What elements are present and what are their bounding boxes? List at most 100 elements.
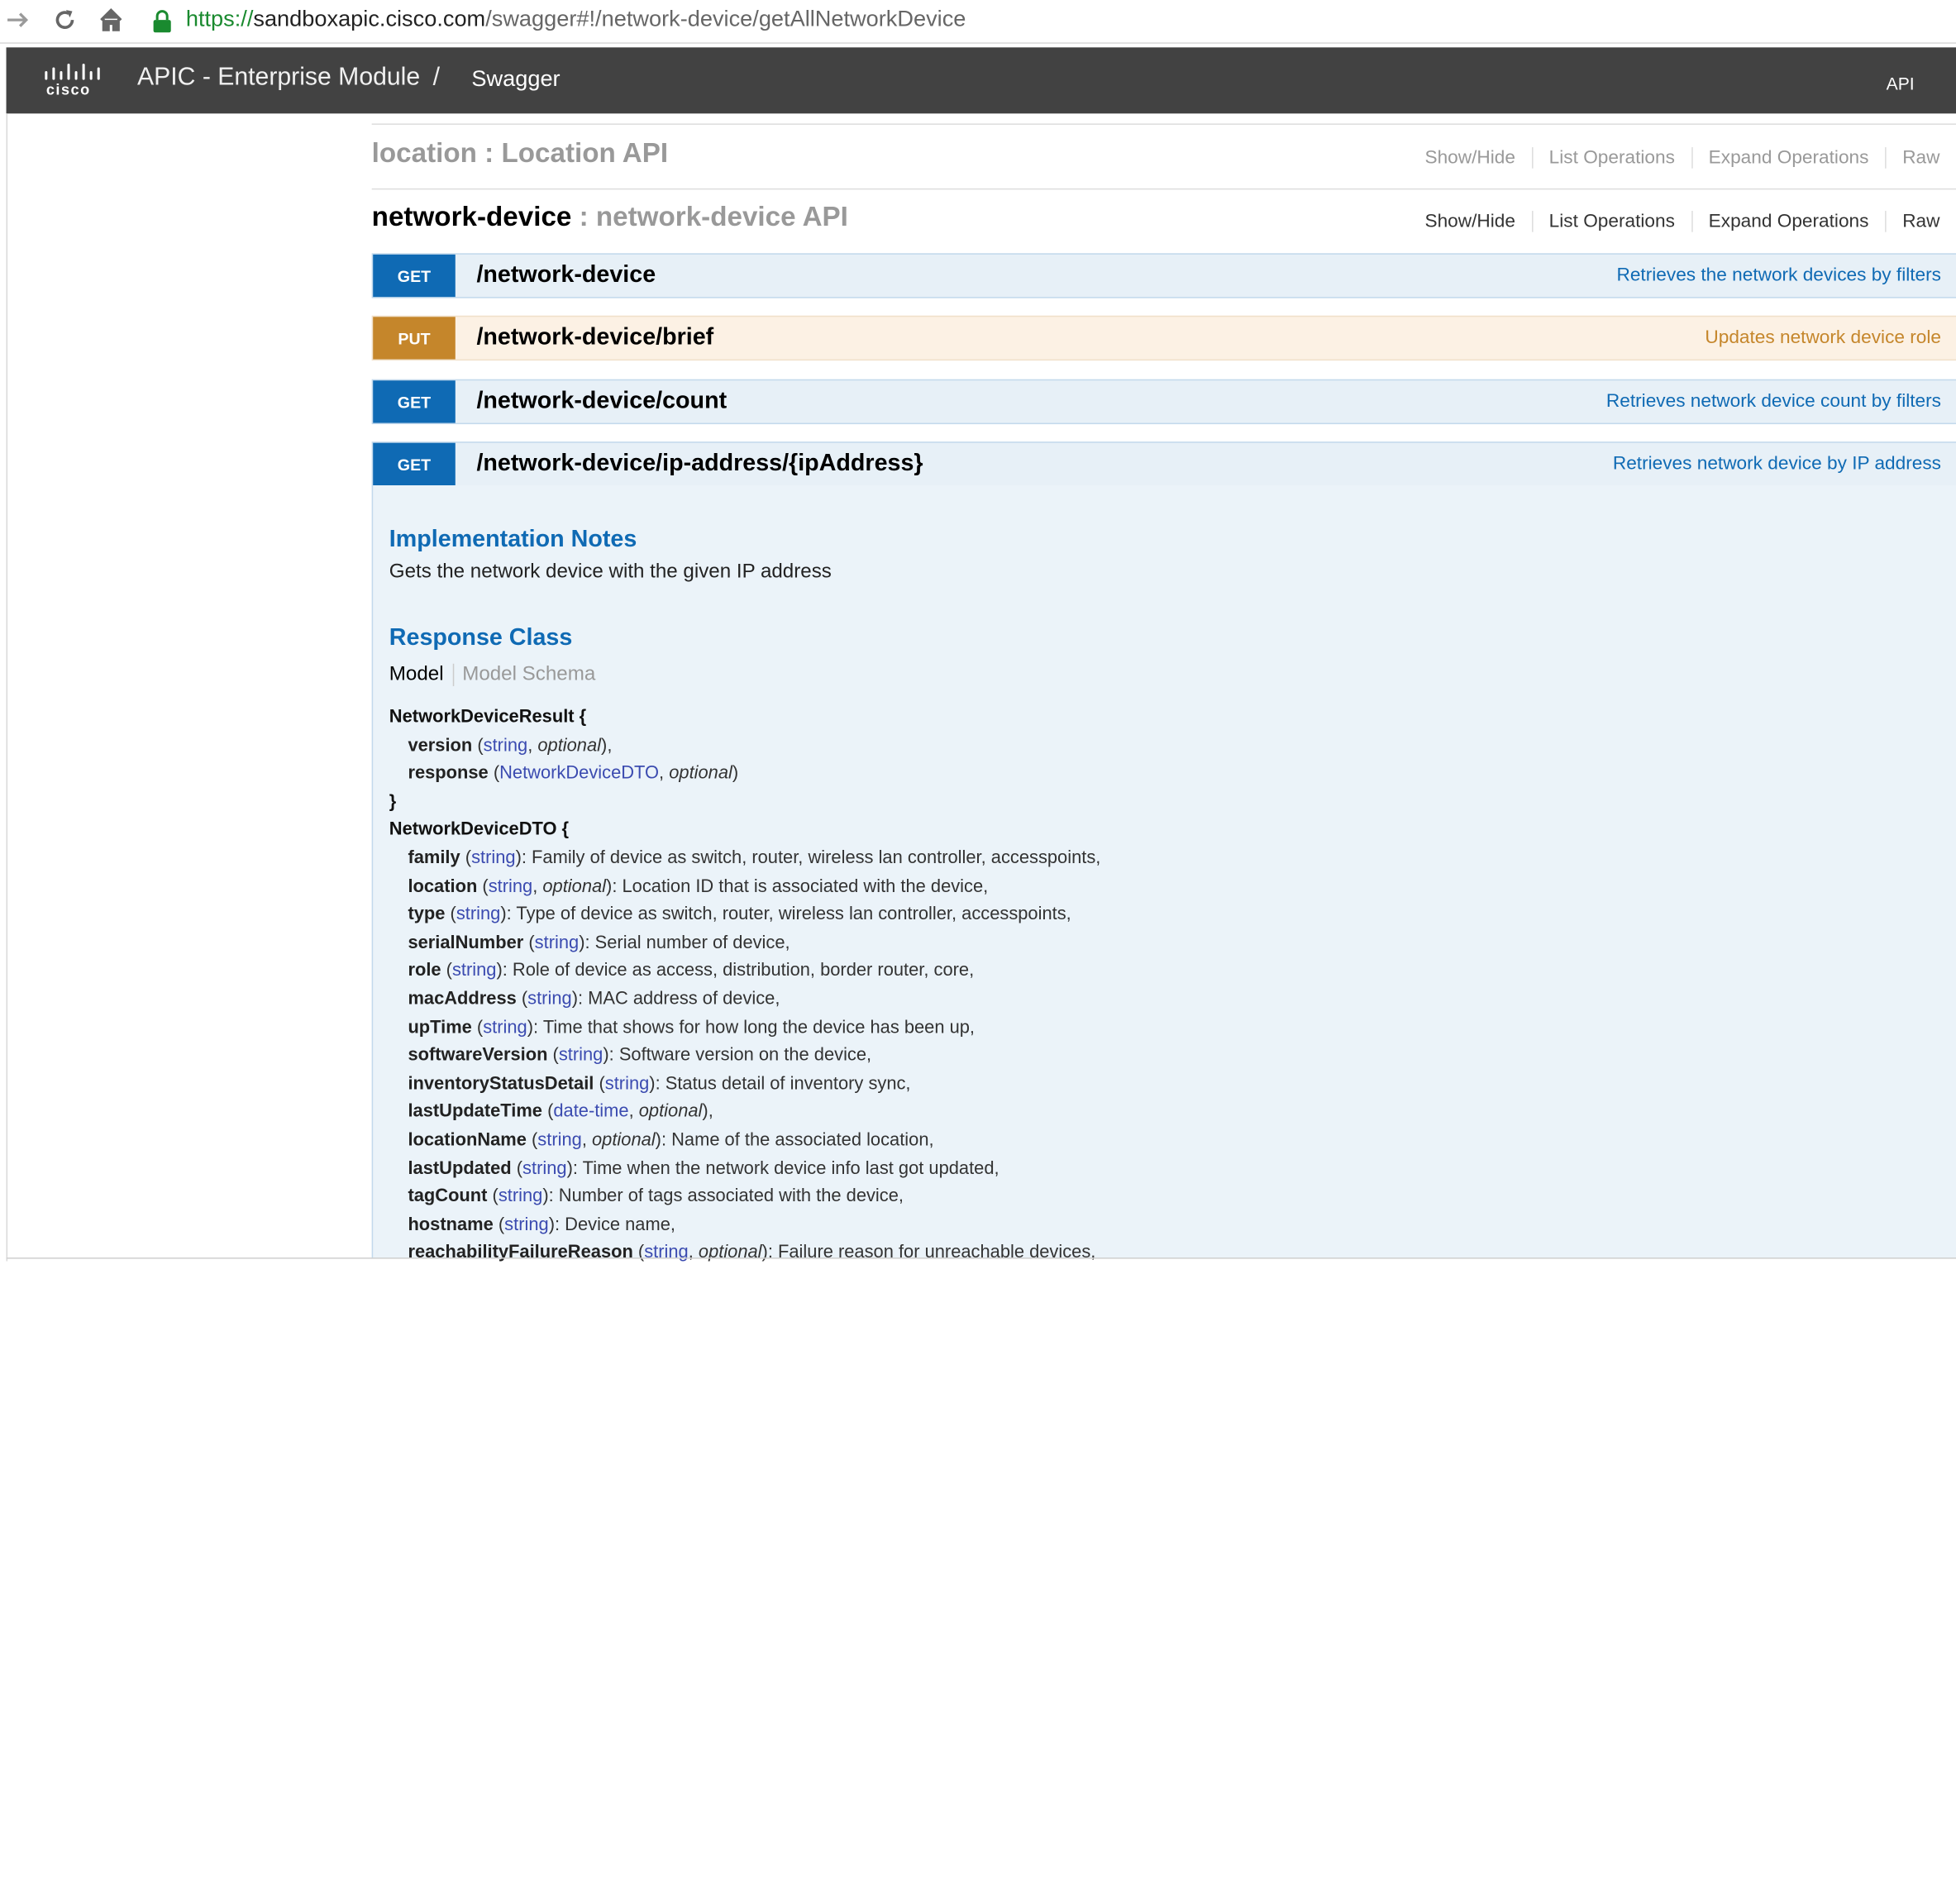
- property-name: lastUpdateTime: [408, 1101, 542, 1123]
- model-property-line: inventoryStatusDetail (string): Status d…: [408, 1073, 911, 1094]
- api-link[interactable]: API: [1887, 74, 1915, 93]
- method-badge[interactable]: GET: [373, 254, 456, 298]
- property-description: : Location ID that is associated with th…: [612, 876, 989, 897]
- section-name: location: [371, 136, 477, 169]
- url-host: sandboxapic.cisco.com: [253, 6, 486, 31]
- model-property-line: role (string): Role of device as access,…: [408, 961, 975, 981]
- operation-path[interactable]: /network-device/count: [476, 388, 727, 415]
- model-property-line: lastUpdateTime (date-time, optional),: [408, 1101, 713, 1123]
- forward-arrow-icon[interactable]: [5, 7, 32, 34]
- property-type-link[interactable]: string: [484, 736, 528, 756]
- property-type-link[interactable]: string: [522, 1158, 567, 1178]
- operation-get-network-device[interactable]: GET /network-device Retrieves the networ…: [371, 253, 1956, 298]
- model-property-line: upTime (string): Time that shows for how…: [408, 1017, 976, 1038]
- property-type-link[interactable]: string: [605, 1074, 650, 1094]
- operation-path[interactable]: /network-device/ip-address/{ipAddress}: [476, 451, 923, 478]
- page-frame: https://sandboxapic.cisco.com/swagger#!/…: [0, 0, 1956, 1904]
- model-property-line: hostname (string): Device name,: [408, 1214, 675, 1235]
- property-name: locationName: [408, 1130, 527, 1151]
- tab-model[interactable]: Model: [389, 663, 454, 686]
- model-definition: NetworkDeviceResult { version (string, op…: [389, 704, 1101, 1262]
- logo-text: cisco: [45, 81, 91, 99]
- list-operations-link[interactable]: List Operations: [1533, 147, 1693, 169]
- breadcrumb-separator: /: [432, 63, 441, 92]
- section-name: network-device: [371, 200, 572, 232]
- property-name: version: [408, 735, 473, 756]
- operation-summary[interactable]: Retrieves network device count by filter…: [1606, 390, 1941, 412]
- property-name: tagCount: [408, 1186, 488, 1207]
- operation-put-network-device-brief[interactable]: PUT /network-device/brief Updates networ…: [371, 315, 1956, 361]
- app-title[interactable]: APIC - Enterprise Module: [137, 64, 420, 93]
- implementation-notes-heading: Implementation Notes: [389, 526, 637, 553]
- property-type-link[interactable]: string: [483, 1018, 527, 1038]
- model-header-line: }: [389, 788, 1101, 816]
- operation-get-network-device-count[interactable]: GET /network-device/count Retrieves netw…: [371, 379, 1956, 425]
- property-description: : Number of tags associated with the dev…: [548, 1186, 904, 1207]
- section-title[interactable]: location : Location API: [372, 137, 668, 169]
- section-links: Show/Hide List Operations Expand Operati…: [1409, 147, 1939, 169]
- property-type-link[interactable]: string: [489, 876, 533, 896]
- show-hide-link[interactable]: Show/Hide: [1409, 147, 1534, 169]
- model-property-line: lastUpdated (string): Time when the netw…: [408, 1158, 999, 1179]
- method-badge[interactable]: GET: [373, 380, 456, 423]
- operation-summary[interactable]: Updates network device role: [1705, 327, 1941, 348]
- tab-model-schema[interactable]: Model Schema: [454, 664, 595, 686]
- expand-operations-link[interactable]: Expand Operations: [1692, 211, 1887, 232]
- raw-link[interactable]: Raw: [1887, 211, 1939, 232]
- model-property-line: locationName (string, optional): Name of…: [408, 1130, 934, 1151]
- section-links: Show/Hide List Operations Expand Operati…: [1409, 211, 1939, 232]
- property-type-link[interactable]: string: [452, 961, 497, 981]
- property-type-link[interactable]: string: [559, 1046, 603, 1066]
- address-bar[interactable]: https://sandboxapic.cisco.com/swagger#!/…: [186, 7, 966, 33]
- property-type-link[interactable]: string: [537, 1130, 582, 1150]
- property-description: : Status detail of inventory sync,: [655, 1073, 911, 1094]
- lock-icon: [152, 9, 172, 41]
- property-optional: optional: [591, 1130, 656, 1151]
- model-header-line: NetworkDeviceDTO {: [389, 816, 1101, 844]
- property-type-link[interactable]: string: [527, 990, 572, 1009]
- implementation-notes-text: Gets the network device with the given I…: [389, 561, 832, 583]
- window-bottom-border: [6, 1257, 1956, 1259]
- property-type-link[interactable]: string: [471, 848, 516, 868]
- model-name: NetworkDeviceResult {: [389, 707, 587, 728]
- property-name: inventoryStatusDetail: [408, 1073, 594, 1094]
- expand-operations-link[interactable]: Expand Operations: [1692, 147, 1887, 169]
- model-name: NetworkDeviceDTO {: [389, 819, 570, 841]
- home-icon[interactable]: [98, 7, 125, 34]
- breadcrumb-swagger[interactable]: Swagger: [471, 66, 560, 93]
- property-name: response: [408, 763, 489, 784]
- list-operations-link[interactable]: List Operations: [1533, 211, 1693, 232]
- property-description: : Name of the associated location,: [661, 1130, 934, 1151]
- property-description: : MAC address of device,: [577, 989, 780, 1009]
- show-hide-link[interactable]: Show/Hide: [1409, 211, 1534, 232]
- raw-link[interactable]: Raw: [1887, 147, 1939, 169]
- property-type-link[interactable]: string: [504, 1214, 549, 1234]
- model-property-line: macAddress (string): MAC address of devi…: [408, 989, 780, 1009]
- operation-path[interactable]: /network-device: [476, 262, 656, 289]
- operation-summary[interactable]: Retrieves network device by IP address: [1613, 453, 1941, 475]
- property-description: : Serial number of device,: [584, 933, 790, 953]
- property-type-link[interactable]: string: [535, 933, 580, 952]
- method-badge[interactable]: PUT: [373, 317, 456, 360]
- response-class-heading: Response Class: [389, 625, 573, 651]
- property-type-link[interactable]: NetworkDeviceDTO: [499, 764, 659, 784]
- browser-toolbar: https://sandboxapic.cisco.com/swagger#!/…: [0, 0, 1956, 44]
- operation-get-network-device-by-ip[interactable]: GET /network-device/ip-address/{ipAddres…: [371, 441, 1956, 487]
- reload-icon[interactable]: [51, 7, 79, 34]
- section-location: location : Location API Show/Hide List O…: [371, 123, 1956, 190]
- operation-summary[interactable]: Retrieves the network devices by filters: [1616, 265, 1941, 286]
- property-optional: optional: [638, 1101, 703, 1123]
- property-type-link[interactable]: string: [456, 904, 501, 924]
- method-badge[interactable]: GET: [373, 442, 456, 486]
- property-type-link[interactable]: string: [499, 1186, 543, 1206]
- property-name: upTime: [408, 1017, 472, 1038]
- operation-content: Implementation Notes Gets the network de…: [371, 485, 1956, 1262]
- property-type-link[interactable]: date-time: [553, 1102, 628, 1122]
- property-description: ,: [607, 735, 613, 756]
- property-name: location: [408, 876, 478, 897]
- operation-path[interactable]: /network-device/brief: [476, 324, 713, 351]
- model-property-line: version (string, optional),: [408, 735, 613, 756]
- section-title[interactable]: network-device : network-device API: [372, 201, 848, 233]
- url-path: /swagger#!/network-device/getAllNetworkD…: [485, 6, 966, 31]
- model-property-line: tagCount (string): Number of tags associ…: [408, 1186, 904, 1207]
